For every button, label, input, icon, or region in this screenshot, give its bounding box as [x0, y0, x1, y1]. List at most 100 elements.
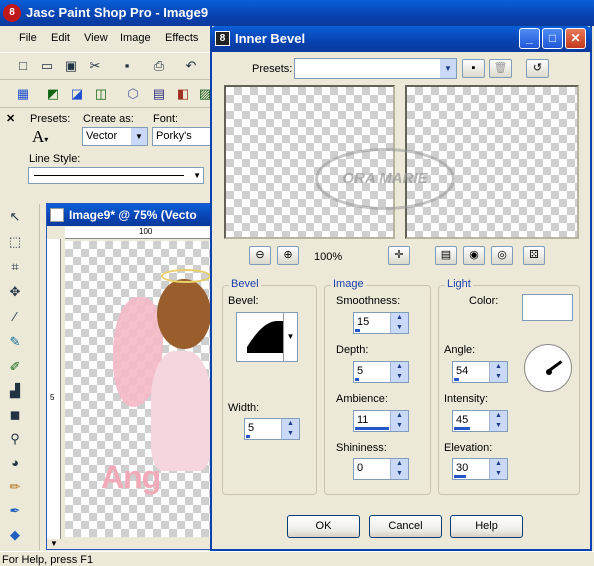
smoothness-label: Smoothness: [336, 295, 401, 307]
ambience-label: Ambience: [336, 393, 388, 405]
spin-arrows-icon[interactable]: ▲ ▼ [489, 459, 507, 479]
menu-view[interactable]: View [84, 32, 108, 44]
crop-icon[interactable]: ⌗ [6, 258, 24, 276]
browse-icon[interactable]: ▣ [62, 57, 80, 75]
spin-arrows-icon[interactable]: ▲ ▼ [489, 362, 507, 382]
move-icon[interactable]: ✥ [6, 283, 24, 301]
create-as-select[interactable]: Vector ▼ [82, 127, 148, 146]
depth-stepper[interactable]: 5 ▲ ▼ [353, 361, 409, 383]
picture-tube-icon[interactable]: ✒ [6, 502, 24, 520]
app-icon[interactable]: 8 [3, 4, 21, 22]
spin-arrows-icon[interactable]: ▲ ▼ [489, 411, 507, 431]
smoothness-stepper[interactable]: 15 ▲ ▼ [353, 312, 409, 334]
zoom-out-icon[interactable]: ⊖ [249, 246, 271, 265]
new-icon[interactable]: □ [14, 57, 32, 75]
bevel-shape-select[interactable]: ▼ [236, 312, 298, 362]
histogram-icon[interactable]: ◫ [92, 85, 110, 103]
zoom-in-icon[interactable]: ⊕ [277, 246, 299, 265]
menu-image[interactable]: Image [120, 32, 151, 44]
spin-arrows-icon[interactable]: ▲ ▼ [281, 419, 299, 439]
elevation-value: 30 [456, 462, 469, 474]
delete-preset-icon[interactable]: 🗑 [489, 59, 512, 78]
materials-icon[interactable]: ⬡ [124, 85, 142, 103]
overview-icon[interactable]: ◪ [68, 85, 86, 103]
create-as-value: Vector [86, 130, 118, 142]
close-palette-icon[interactable]: ✕ [6, 112, 15, 125]
palette-icon[interactable]: ▦ [14, 85, 32, 103]
airbrush-icon[interactable]: ✏ [6, 478, 24, 496]
proof-icon[interactable]: ◉ [463, 246, 485, 265]
image-window-titlebar[interactable]: Image9* @ 75% (Vecto [47, 204, 211, 226]
save-preset-icon[interactable]: ▪ [462, 59, 485, 78]
menu-effects[interactable]: Effects [165, 32, 198, 44]
eraser-icon[interactable]: ◼ [6, 406, 24, 424]
clone-icon[interactable]: ✐ [6, 358, 24, 376]
elevation-bar [454, 475, 466, 478]
width-stepper[interactable]: 5 ▲ ▼ [244, 418, 300, 440]
maximize-icon[interactable]: □ [542, 28, 563, 49]
scan-icon[interactable]: ✂ [86, 57, 104, 75]
spin-arrows-icon[interactable]: ▲ ▼ [390, 362, 408, 382]
print-icon[interactable]: ⎙ [150, 57, 168, 75]
light-color-swatch[interactable] [522, 294, 573, 321]
fill-icon[interactable]: ◕ [6, 454, 24, 472]
undo-icon[interactable]: ↶ [182, 57, 200, 75]
spin-arrows-icon[interactable]: ▲ ▼ [390, 411, 408, 431]
spin-arrows-icon[interactable]: ▲ ▼ [390, 459, 408, 479]
ambience-bar [355, 427, 389, 430]
font-value: Porky's [156, 130, 192, 142]
cancel-button[interactable]: Cancel [369, 515, 442, 538]
layers-icon[interactable]: ◩ [44, 85, 62, 103]
image-window-title: Image9* @ 75% (Vecto [69, 208, 197, 222]
pan-icon[interactable]: ✛ [388, 246, 410, 265]
script-icon[interactable]: ▤ [150, 85, 168, 103]
dialog-titlebar[interactable]: 8 Inner Bevel _ □ ✕ [210, 26, 592, 52]
help-button[interactable]: Help [450, 515, 523, 538]
intensity-value: 45 [456, 414, 469, 426]
angle-dial-knob [546, 369, 552, 375]
close-icon[interactable]: ✕ [565, 28, 586, 49]
eye-icon[interactable]: ◎ [491, 246, 513, 265]
dropper-icon[interactable]: ⁄ [6, 308, 24, 326]
angle-dial[interactable] [524, 344, 572, 392]
zoom-value: 100% [314, 251, 343, 263]
angle-stepper[interactable]: 54 ▲ ▼ [452, 361, 508, 383]
spin-arrows-icon[interactable]: ▲ ▼ [390, 313, 408, 333]
open-icon[interactable]: ▭ [38, 57, 56, 75]
menu-file[interactable]: File [19, 32, 37, 44]
auto-proof-icon[interactable]: ▤ [435, 246, 457, 265]
selection-icon[interactable]: ⬚ [6, 233, 24, 251]
width-label: Width: [228, 402, 260, 414]
minimize-icon[interactable]: _ [519, 28, 540, 49]
width-bar [246, 435, 250, 438]
ok-button[interactable]: OK [287, 515, 360, 538]
presets-label: Presets: [30, 113, 71, 125]
pointer-icon[interactable]: ↖ [6, 208, 24, 226]
scroll-arrow-down[interactable]: ▼ [47, 539, 61, 549]
paint-brush-icon[interactable]: ✎ [6, 333, 24, 351]
dialog-presets-select[interactable]: ▼ [294, 58, 457, 79]
intensity-bar [454, 427, 470, 430]
font-select[interactable]: Porky's [152, 127, 212, 146]
intensity-label: Intensity: [444, 393, 489, 405]
zoom-icon[interactable]: ⚲ [6, 430, 24, 448]
dialog-icon: 8 [215, 31, 230, 46]
ambience-stepper[interactable]: 11 ▲ ▼ [353, 410, 409, 432]
text-tool-preset-icon[interactable]: A▾ [32, 127, 48, 147]
pen-icon[interactable]: ◆ [6, 526, 24, 544]
brush-variance-icon[interactable]: ◧ [174, 85, 192, 103]
bevel-label: Bevel: [228, 295, 259, 307]
image-canvas[interactable]: Ang [65, 241, 211, 537]
menu-edit[interactable]: Edit [51, 32, 70, 44]
intensity-stepper[interactable]: 45 ▲ ▼ [452, 410, 508, 432]
inner-bevel-dialog: 8 Inner Bevel _ □ ✕ Presets: ▼ ▪ 🗑 ↺ ORA… [210, 26, 592, 551]
line-style-select[interactable]: ▼ [28, 167, 204, 184]
randomize-icon[interactable]: ⚄ [523, 246, 545, 265]
shininess-stepper[interactable]: 0 ▲ ▼ [353, 458, 409, 480]
menu-bar: File Edit View Image Effects [0, 27, 210, 49]
save-icon[interactable]: ▪ [118, 57, 136, 75]
font-label: Font: [153, 113, 179, 125]
reset-icon[interactable]: ↺ [526, 59, 549, 78]
elevation-stepper[interactable]: 30 ▲ ▼ [452, 458, 508, 480]
stamp-icon[interactable]: ▟ [6, 382, 24, 400]
